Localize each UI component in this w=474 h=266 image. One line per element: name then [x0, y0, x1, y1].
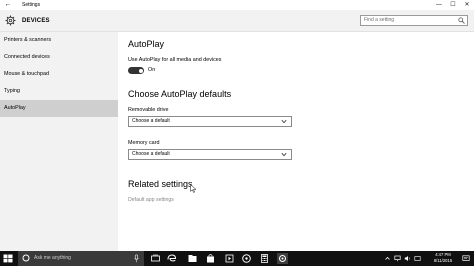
autoplay-toggle[interactable] — [128, 67, 144, 74]
maximize-button[interactable]: ☐ — [446, 0, 460, 10]
window-controls: — ☐ ✕ — [432, 0, 474, 10]
action-center-icon[interactable] — [462, 255, 470, 262]
page-title: AutoPlay — [128, 39, 165, 49]
edge-browser-icon[interactable] — [166, 253, 177, 264]
toggle-knob — [138, 68, 143, 73]
taskbar: Ask me anything 4:47 PM 8/11/2015 — [0, 251, 474, 266]
clock-date: 8/11/2015 — [433, 258, 453, 263]
mouse-cursor-icon — [190, 184, 197, 193]
sidebar-item-mouse-touchpad[interactable]: Mouse & touchpad — [0, 66, 118, 83]
task-view-icon[interactable] — [150, 253, 161, 264]
sidebar-item-typing[interactable]: Typing — [0, 83, 118, 100]
settings-header: DEVICES Find a setting — [0, 10, 474, 32]
show-hidden-icons-chevron-icon[interactable] — [384, 255, 391, 262]
sidebar-item-autoplay[interactable]: AutoPlay — [0, 100, 118, 117]
sidebar-item-printers-scanners[interactable]: Printers & scanners — [0, 32, 118, 49]
search-icon[interactable] — [458, 17, 465, 24]
taskbar-search-text: Ask me anything — [34, 255, 71, 261]
network-icon[interactable] — [394, 255, 401, 262]
sidebar: Printers & scanners Connected devices Mo… — [0, 32, 118, 251]
related-settings-heading: Related settings — [128, 179, 193, 189]
close-button[interactable]: ✕ — [460, 0, 474, 10]
main-content: AutoPlay Use AutoPlay for all media and … — [118, 32, 474, 251]
settings-taskbar-icon[interactable] — [277, 253, 288, 264]
windows-start-icon[interactable] — [3, 254, 13, 263]
window-title: Settings — [22, 2, 41, 8]
removable-drive-dropdown[interactable]: Choose a default — [128, 116, 292, 127]
section-title: DEVICES — [22, 18, 50, 24]
memory-card-dropdown[interactable]: Choose a default — [128, 149, 292, 160]
chevron-down-icon — [281, 152, 287, 157]
media-app-icon[interactable] — [224, 253, 235, 264]
minimize-button[interactable]: — — [432, 0, 446, 10]
back-arrow-icon[interactable]: ← — [4, 0, 12, 10]
cortana-icon — [22, 254, 30, 262]
groove-music-icon[interactable] — [241, 253, 252, 264]
removable-drive-label: Removable drive — [128, 107, 169, 113]
volume-icon[interactable] — [404, 255, 411, 262]
search-input[interactable]: Find a setting — [360, 15, 468, 26]
default-app-settings-link[interactable]: Default app settings — [128, 197, 174, 203]
removable-drive-value: Choose a default — [132, 118, 170, 124]
toggle-caption: Use AutoPlay for all media and devices — [128, 57, 222, 63]
title-bar: ← Settings — ☐ ✕ — [0, 0, 474, 10]
sidebar-item-connected-devices[interactable]: Connected devices — [0, 49, 118, 66]
microphone-icon[interactable] — [134, 254, 139, 263]
chevron-down-icon — [281, 119, 287, 124]
taskbar-clock[interactable]: 4:47 PM 8/11/2015 — [426, 252, 460, 264]
search-placeholder: Find a setting — [364, 17, 395, 23]
gear-icon — [5, 15, 16, 26]
taskbar-search-box[interactable]: Ask me anything — [18, 251, 144, 266]
toggle-state-label: On — [148, 67, 156, 73]
store-icon[interactable] — [205, 253, 216, 264]
calculator-icon[interactable] — [259, 253, 270, 264]
file-explorer-icon[interactable] — [187, 253, 198, 264]
defaults-heading: Choose AutoPlay defaults — [128, 89, 232, 99]
memory-card-label: Memory card — [128, 140, 160, 146]
memory-card-value: Choose a default — [132, 151, 170, 157]
input-language-icon[interactable] — [414, 255, 421, 262]
